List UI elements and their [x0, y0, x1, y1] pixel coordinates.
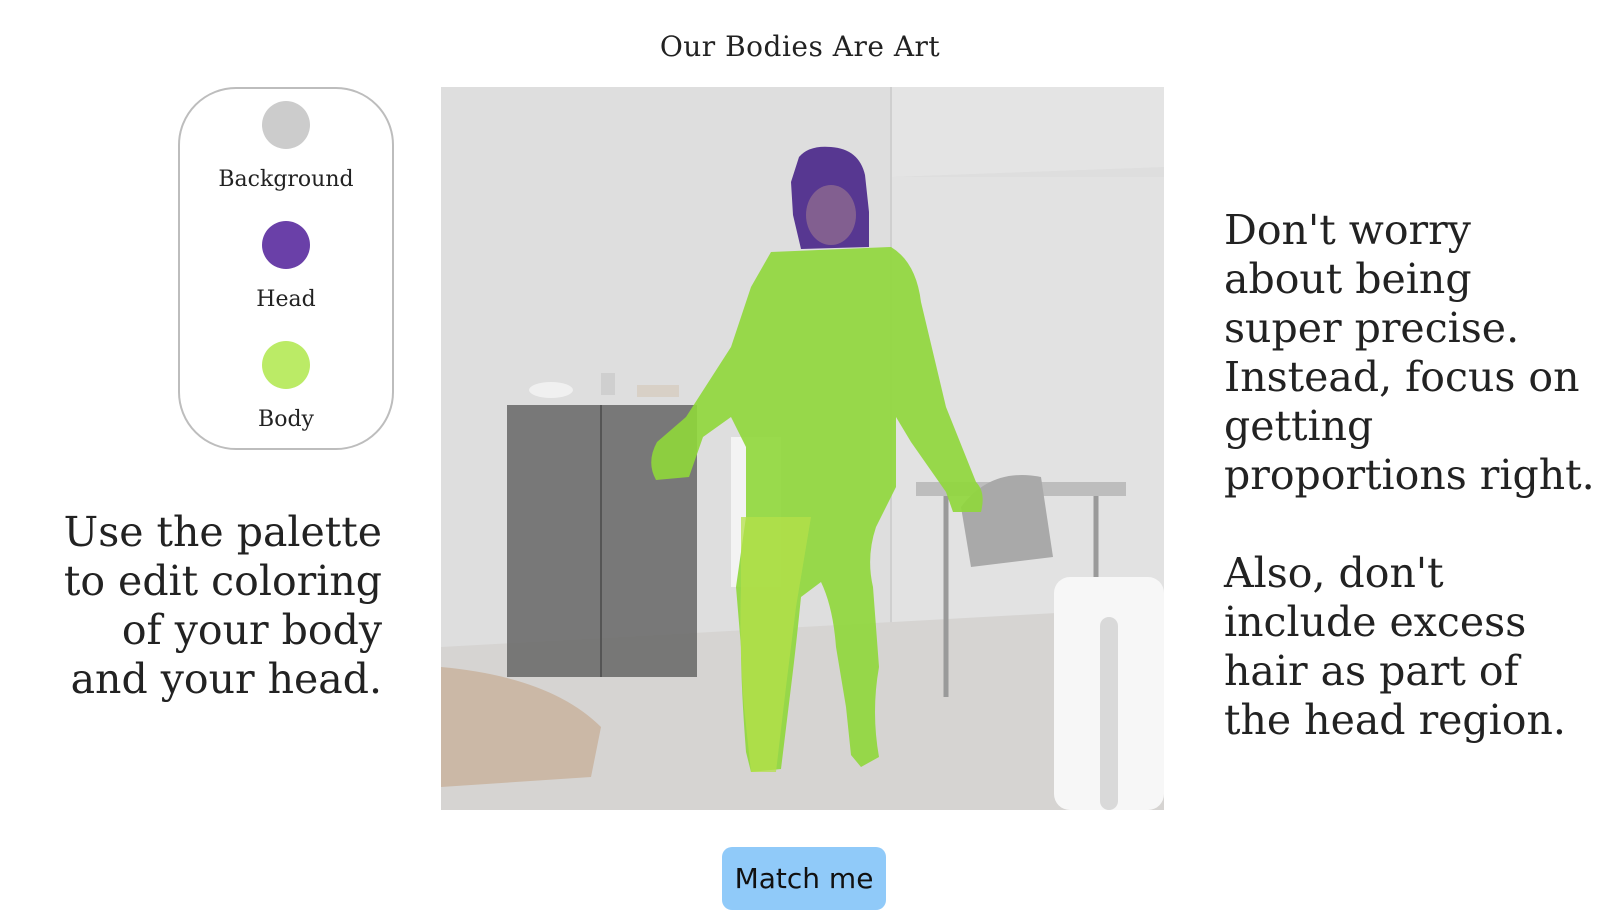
- palette-item-head[interactable]: Head: [180, 221, 392, 312]
- segmentation-image[interactable]: [441, 87, 1164, 810]
- hair-tip: Also, don't include excess hair as part …: [1224, 549, 1566, 744]
- page-title: Our Bodies Are Art: [659, 30, 941, 63]
- tips-panel: Don't worry about being super precise. I…: [1224, 206, 1596, 745]
- palette-item-body[interactable]: Body: [180, 341, 392, 432]
- precision-tip: Don't worry about being super precise. I…: [1224, 206, 1595, 499]
- color-palette: Background Head Body: [178, 87, 394, 450]
- palette-label-head: Head: [256, 287, 316, 312]
- head-swatch[interactable]: [262, 221, 310, 269]
- bowl: [529, 382, 573, 398]
- face: [806, 185, 856, 245]
- background-swatch[interactable]: [262, 101, 310, 149]
- palette-label-body: Body: [258, 407, 314, 432]
- match-me-button[interactable]: Match me: [722, 847, 886, 910]
- palette-instructions: Use the palette to edit coloring of your…: [63, 508, 382, 703]
- palette-label-background: Background: [218, 167, 354, 192]
- segmentation-canvas[interactable]: [441, 87, 1164, 810]
- body-swatch[interactable]: [262, 341, 310, 389]
- palette-item-background[interactable]: Background: [180, 101, 392, 192]
